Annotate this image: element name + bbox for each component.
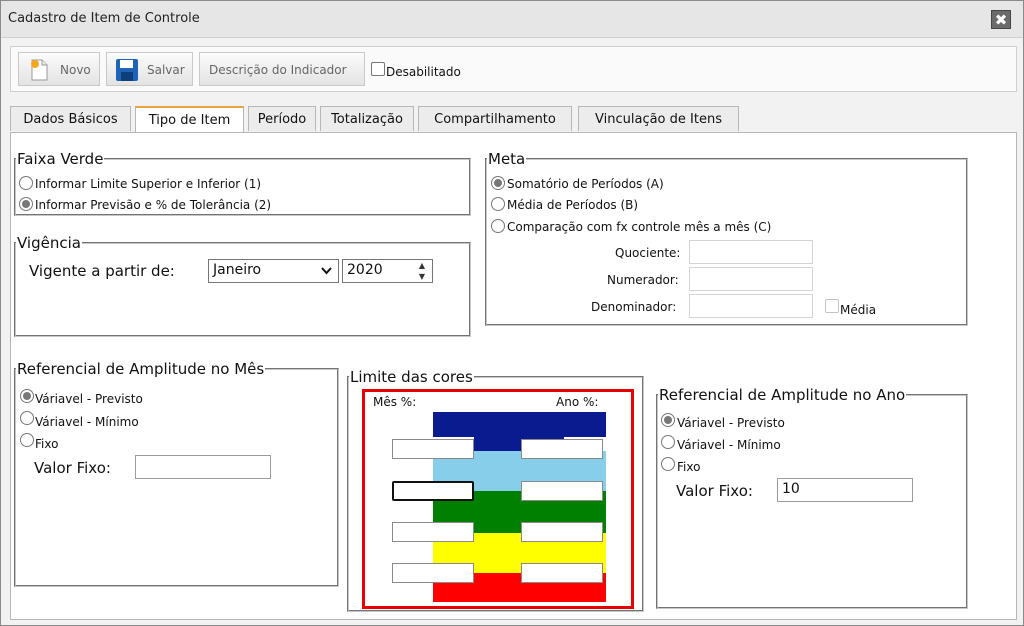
- close-icon[interactable]: ✖: [991, 10, 1011, 29]
- mes-limit-input-3[interactable]: [392, 522, 474, 542]
- faixa-verde-radio-2[interactable]: [19, 197, 33, 211]
- tipo-de-item-panel: Faixa Verde Informar Limite Superior e I…: [10, 132, 1017, 620]
- spin-up-icon[interactable]: ▲: [415, 260, 429, 271]
- year-input[interactable]: 2020 ▲ ▼: [342, 259, 433, 283]
- title-bar: Cadastro de Item de Controle ✖: [1, 1, 1023, 38]
- ref-ano-valor-label: Valor Fixo:: [676, 482, 753, 500]
- mes-percent-label: Mês %:: [373, 395, 417, 409]
- ano-percent-label: Ano %:: [556, 395, 599, 409]
- ref-ano-radio-minimo[interactable]: [661, 435, 675, 449]
- ref-ano-opt3-label: Fixo: [677, 460, 701, 474]
- denominador-label: Denominador:: [591, 300, 677, 314]
- ano-limit-input-4[interactable]: [521, 563, 603, 583]
- ano-limit-input-1[interactable]: [521, 439, 603, 459]
- ref-mes-opt1-label: Váriavel - Previsto: [35, 392, 143, 406]
- ref-mes-opt2-label: Váriavel - Mínimo: [35, 415, 139, 429]
- ref-ano-legend: Referencial de Amplitude no Ano: [659, 386, 906, 404]
- ref-ano-opt2-label: Váriavel - Mínimo: [677, 438, 781, 452]
- band-navy: [433, 412, 606, 437]
- mes-limit-input-1[interactable]: [392, 439, 474, 459]
- ref-mes-radio-fixo[interactable]: [20, 433, 34, 447]
- meta-opt-c-label: Comparação com fx controle mês a mês (C): [507, 220, 772, 234]
- dialog-window: Cadastro de Item de Controle ✖ Novo Salv…: [0, 0, 1024, 626]
- new-document-icon: [31, 59, 48, 81]
- ref-mes-valor-input[interactable]: [135, 455, 271, 479]
- media-label: Média: [840, 303, 877, 317]
- ref-mes-valor-label: Valor Fixo:: [34, 459, 111, 477]
- tab-vinculacao-de-itens[interactable]: Vinculação de Itens: [578, 106, 739, 131]
- ano-limit-input-2[interactable]: [521, 481, 603, 501]
- ano-limit-input-3[interactable]: [521, 522, 603, 542]
- month-select[interactable]: Janeiro: [208, 259, 339, 283]
- faixa-verde-opt2-label: Informar Previsão e % de Tolerância (2): [35, 198, 272, 212]
- meta-radio-a[interactable]: [491, 176, 505, 190]
- ref-mes-opt3-label: Fixo: [35, 437, 59, 451]
- salvar-label: Salvar: [147, 63, 185, 77]
- ref-mes-radio-previsto[interactable]: [20, 389, 34, 403]
- vigencia-legend: Vigência: [17, 234, 81, 252]
- meta-opt-a-label: Somatório de Períodos (A): [507, 177, 664, 191]
- descricao-label: Descrição do Indicador: [209, 63, 347, 77]
- tab-tipo-de-item[interactable]: Tipo de Item: [135, 106, 244, 133]
- mes-limit-input-2[interactable]: [392, 481, 474, 501]
- descricao-indicador-button[interactable]: Descrição do Indicador: [199, 52, 365, 86]
- novo-button[interactable]: Novo: [18, 52, 100, 86]
- tab-totalizacao[interactable]: Totalização: [320, 106, 414, 131]
- salvar-button[interactable]: Salvar: [106, 52, 193, 86]
- year-value: 2020: [347, 262, 383, 278]
- vigencia-fieldset: Vigência: [14, 234, 471, 337]
- meta-radio-b[interactable]: [491, 197, 505, 211]
- vigente-label: Vigente a partir de:: [29, 262, 175, 280]
- limite-cores-legend: Limite das cores: [350, 368, 473, 386]
- quociente-input[interactable]: [689, 240, 813, 264]
- toolbar: Novo Salvar Descrição do Indicador Desab…: [10, 46, 1017, 92]
- quociente-label: Quociente:: [615, 246, 681, 260]
- novo-label: Novo: [60, 63, 91, 77]
- tab-dados-basicos[interactable]: Dados Básicos: [10, 106, 131, 131]
- meta-radio-c[interactable]: [491, 219, 505, 233]
- ref-ano-radio-previsto[interactable]: [661, 413, 675, 427]
- ref-ano-valor-input[interactable]: 10: [777, 478, 913, 502]
- spin-down-icon[interactable]: ▼: [415, 271, 429, 282]
- media-checkbox[interactable]: [825, 299, 839, 313]
- meta-legend: Meta: [488, 150, 526, 168]
- save-disk-icon: [116, 59, 138, 81]
- desabilitado-label: Desabilitado: [386, 65, 461, 79]
- mes-limit-input-4[interactable]: [392, 563, 474, 583]
- faixa-verde-opt1-label: Informar Limite Superior e Inferior (1): [35, 177, 262, 191]
- meta-opt-b-label: Média de Períodos (B): [507, 198, 639, 212]
- numerador-input[interactable]: [689, 267, 813, 291]
- faixa-verde-radio-1[interactable]: [19, 176, 33, 190]
- numerador-label: Numerador:: [607, 273, 679, 287]
- denominador-input[interactable]: [689, 294, 813, 318]
- ref-mes-legend: Referencial de Amplitude no Mês: [17, 360, 265, 378]
- desabilitado-checkbox[interactable]: [371, 62, 385, 76]
- tab-periodo[interactable]: Período: [248, 106, 316, 131]
- ref-ano-opt1-label: Váriavel - Previsto: [677, 416, 785, 430]
- month-value: Janeiro: [213, 262, 262, 278]
- window-title: Cadastro de Item de Controle: [8, 11, 200, 26]
- tab-compartilhamento[interactable]: Compartilhamento: [418, 106, 572, 131]
- ref-mes-radio-minimo[interactable]: [20, 411, 34, 425]
- faixa-verde-legend: Faixa Verde: [17, 150, 104, 168]
- chevron-down-icon: [321, 267, 332, 275]
- ref-ano-radio-fixo[interactable]: [661, 457, 675, 471]
